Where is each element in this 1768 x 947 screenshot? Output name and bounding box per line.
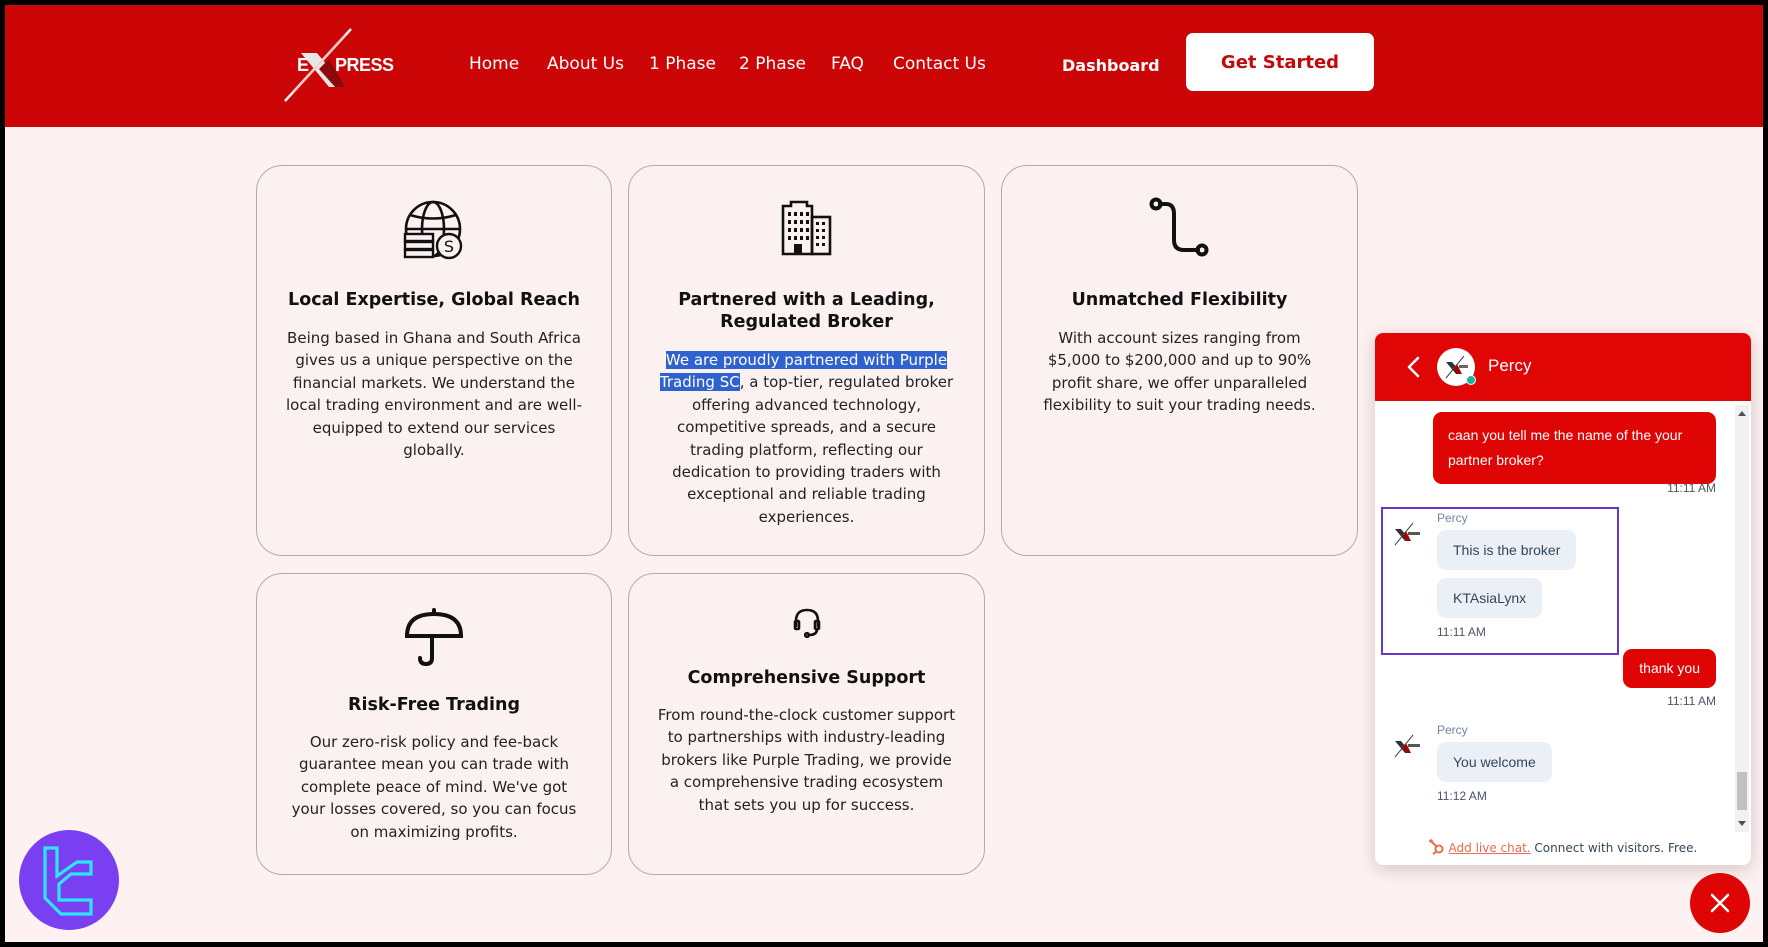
agent-message: You welcome xyxy=(1437,742,1552,782)
tradingfinder-logo-icon xyxy=(43,846,93,916)
feature-title: Comprehensive Support xyxy=(687,668,926,688)
feature-card-partnered-broker: Partnered with a Leading, Regulated Brok… xyxy=(628,165,985,556)
express-logo[interactable]: E PRESS xyxy=(279,25,399,105)
logo-text-e: E xyxy=(297,55,309,75)
globe-dollar-icon: S xyxy=(403,200,463,260)
nav-faq[interactable]: FAQ xyxy=(831,54,864,74)
scroll-down-arrow-icon[interactable] xyxy=(1738,821,1746,826)
online-status-dot xyxy=(1466,375,1476,385)
message-time: 11:12 AM xyxy=(1437,789,1487,803)
user-message: thank you xyxy=(1623,649,1716,688)
dashboard-link[interactable]: Dashboard xyxy=(1062,56,1160,75)
feature-body: We are proudly partnered with Purple Tra… xyxy=(657,349,956,528)
feature-title: Risk-Free Trading xyxy=(347,695,521,715)
chat-scrollbar[interactable] xyxy=(1735,405,1749,832)
feature-body: Being based in Ghana and South Africa gi… xyxy=(285,329,582,460)
feature-card-flexibility: Unmatched Flexibility With account sizes… xyxy=(1001,165,1358,556)
buildings-icon xyxy=(781,200,831,256)
message-time: 11:11 AM xyxy=(1667,481,1716,495)
feature-body: With account sizes ranging from $5,000 t… xyxy=(1043,329,1316,415)
feature-body: Our zero-risk policy and fee-back guaran… xyxy=(291,733,577,841)
agent-sender-name: Percy xyxy=(1437,511,1468,525)
feature-card-support: Comprehensive Support From round-the-clo… xyxy=(628,573,985,875)
back-chevron-icon[interactable] xyxy=(1405,355,1421,379)
scroll-thumb[interactable] xyxy=(1737,772,1747,810)
get-started-button[interactable]: Get Started xyxy=(1186,33,1374,91)
headset-icon xyxy=(793,608,820,638)
nav-2-phase[interactable]: 2 Phase xyxy=(739,54,806,74)
agent-message: This is the broker xyxy=(1437,530,1577,570)
body-rest: , a top-tier, regulated broker offering … xyxy=(672,373,954,526)
close-chat-button[interactable] xyxy=(1690,873,1750,933)
user-message: caan you tell me the name of the your pa… xyxy=(1433,412,1716,484)
feature-card-risk-free: Risk-Free Trading Our zero-risk policy a… xyxy=(256,573,612,875)
scroll-up-arrow-icon[interactable] xyxy=(1738,411,1746,416)
close-icon xyxy=(1710,893,1730,913)
hubspot-sprocket-icon xyxy=(1428,839,1444,855)
brand-logo-bubble[interactable] xyxy=(19,830,119,930)
feature-card-local-expertise: S Local Expertise, Global Reach Being ba… xyxy=(256,165,612,556)
nav-about-us[interactable]: About Us xyxy=(547,54,624,74)
site-header: E PRESS Home About Us 1 Phase 2 Phase FA… xyxy=(5,5,1763,127)
agent-avatar xyxy=(1437,348,1476,386)
nav-1-phase[interactable]: 1 Phase xyxy=(649,54,716,74)
feature-body: From round-the-clock customer support to… xyxy=(657,706,956,814)
agent-message: KTAsiaLynx xyxy=(1437,578,1543,618)
agent-sender-name: Percy xyxy=(1437,723,1468,737)
footer-text: Connect with visitors. Free. xyxy=(1530,841,1698,855)
route-icon xyxy=(1149,197,1208,257)
chat-agent-name: Percy xyxy=(1488,356,1532,375)
umbrella-icon xyxy=(404,608,464,667)
svg-text:S: S xyxy=(444,237,454,256)
chat-widget: Percy caan you tell me the name of the y… xyxy=(1375,333,1751,865)
message-time: 11:11 AM xyxy=(1667,694,1716,708)
agent-avatar-icon xyxy=(1394,734,1420,758)
logo-text-press: PRESS xyxy=(335,55,394,75)
page: E PRESS Home About Us 1 Phase 2 Phase FA… xyxy=(5,5,1763,942)
feature-title: Local Expertise, Global Reach xyxy=(288,290,580,310)
chat-footer: Add live chat. Connect with visitors. Fr… xyxy=(1375,839,1751,855)
add-live-chat-link[interactable]: Add live chat. xyxy=(1449,841,1531,855)
chat-header: Percy xyxy=(1375,333,1751,401)
nav-contact-us[interactable]: Contact Us xyxy=(893,54,986,74)
feature-title: Partnered with a Leading, Regulated Brok… xyxy=(678,290,935,332)
feature-title: Unmatched Flexibility xyxy=(1071,290,1288,310)
message-time: 11:11 AM xyxy=(1437,625,1486,639)
nav-home[interactable]: Home xyxy=(469,54,519,74)
agent-avatar-icon xyxy=(1394,522,1420,546)
